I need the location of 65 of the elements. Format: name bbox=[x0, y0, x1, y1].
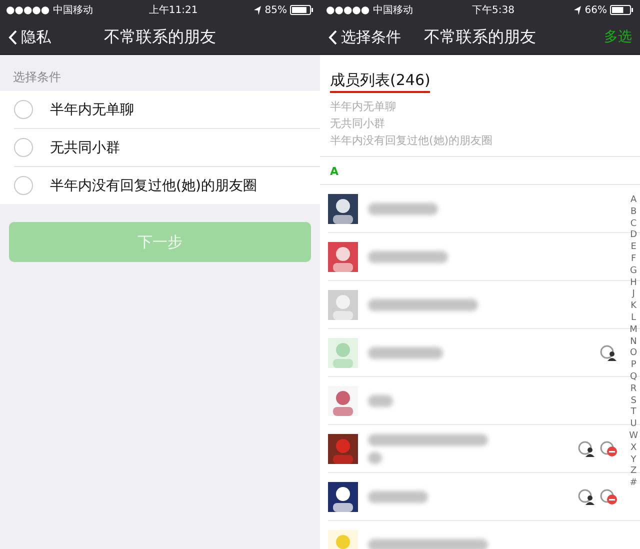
index-letter[interactable]: L bbox=[631, 312, 636, 325]
battery-text: 85% bbox=[264, 4, 287, 16]
criteria-text: 半年内没有回复过他(她)的朋友圈 bbox=[330, 133, 493, 148]
index-letter[interactable]: J bbox=[632, 289, 635, 302]
index-letter[interactable]: # bbox=[630, 478, 638, 490]
index-letter[interactable]: Z bbox=[630, 466, 637, 478]
option-label: 半年内无单聊 bbox=[50, 100, 134, 118]
index-letter[interactable]: U bbox=[630, 419, 637, 431]
person-badge-icon bbox=[578, 488, 596, 504]
index-letter[interactable]: N bbox=[630, 336, 637, 348]
carrier-text: ●●●●● 中国移动 bbox=[6, 4, 93, 17]
nav-title: 不常联系的朋友 bbox=[424, 26, 536, 48]
index-letter[interactable]: R bbox=[630, 384, 637, 396]
back-button[interactable]: 隐私 bbox=[8, 28, 51, 46]
index-letter[interactable]: O bbox=[630, 348, 638, 360]
multi-select-button[interactable]: 多选 bbox=[604, 28, 632, 46]
index-letter[interactable]: H bbox=[630, 278, 637, 290]
index-letter[interactable]: G bbox=[630, 266, 638, 278]
index-letter[interactable]: P bbox=[630, 360, 636, 372]
index-letter[interactable]: A bbox=[630, 195, 637, 207]
location-icon bbox=[254, 6, 262, 14]
index-letter[interactable]: C bbox=[630, 218, 637, 230]
blurred-name bbox=[368, 490, 428, 502]
nav-title: 不常联系的朋友 bbox=[104, 26, 216, 48]
battery-icon bbox=[290, 5, 314, 15]
section-header: A bbox=[320, 159, 640, 185]
index-letter[interactable]: Y bbox=[630, 454, 636, 466]
index-letter[interactable]: B bbox=[630, 206, 637, 219]
criteria-text: 半年内无单聊 bbox=[330, 99, 396, 114]
radio-button[interactable] bbox=[14, 176, 33, 195]
carrier-text: ●●●●● 中国移动 bbox=[326, 4, 413, 17]
section-label: 选择条件 bbox=[12, 69, 62, 86]
option-label: 半年内没有回复过他(她)的朋友圈 bbox=[50, 176, 257, 194]
blurred-name bbox=[368, 394, 393, 406]
index-letter[interactable]: E bbox=[630, 242, 636, 254]
back-chevron-icon bbox=[8, 30, 17, 44]
blocked-badge-icon bbox=[600, 440, 618, 456]
index-letter[interactable]: S bbox=[630, 396, 636, 408]
clock-text: 下午5:38 bbox=[472, 4, 515, 17]
option-row[interactable]: 半年内没有回复过他(她)的朋友圈 bbox=[14, 167, 320, 204]
person-badge-icon bbox=[600, 344, 618, 360]
location-icon bbox=[574, 6, 582, 14]
battery-text: 66% bbox=[584, 4, 607, 16]
radio-button[interactable] bbox=[14, 100, 33, 119]
index-letter[interactable]: Q bbox=[630, 372, 638, 384]
criteria-text: 无共同小群 bbox=[330, 116, 385, 131]
battery-icon bbox=[610, 5, 634, 15]
blurred-name bbox=[368, 202, 438, 214]
index-letter[interactable]: F bbox=[630, 254, 636, 266]
member-list-title: 成员列表(246) bbox=[330, 71, 430, 93]
index-letter[interactable]: K bbox=[630, 301, 636, 313]
blurred-name bbox=[368, 452, 382, 464]
index-letter[interactable]: X bbox=[630, 442, 637, 455]
back-button[interactable]: 选择条件 bbox=[328, 28, 401, 46]
option-row[interactable]: 无共同小群 bbox=[14, 129, 320, 167]
index-letter[interactable]: T bbox=[630, 407, 636, 420]
back-chevron-icon bbox=[328, 30, 337, 44]
person-badge-icon bbox=[578, 440, 596, 456]
index-letter[interactable]: D bbox=[630, 230, 638, 242]
blocked-badge-icon bbox=[600, 488, 618, 504]
option-label: 无共同小群 bbox=[50, 138, 120, 156]
radio-button[interactable] bbox=[14, 138, 33, 157]
index-letter[interactable]: M bbox=[630, 324, 638, 337]
index-letter[interactable]: W bbox=[629, 430, 638, 443]
clock-text: 上午11:21 bbox=[148, 4, 198, 17]
